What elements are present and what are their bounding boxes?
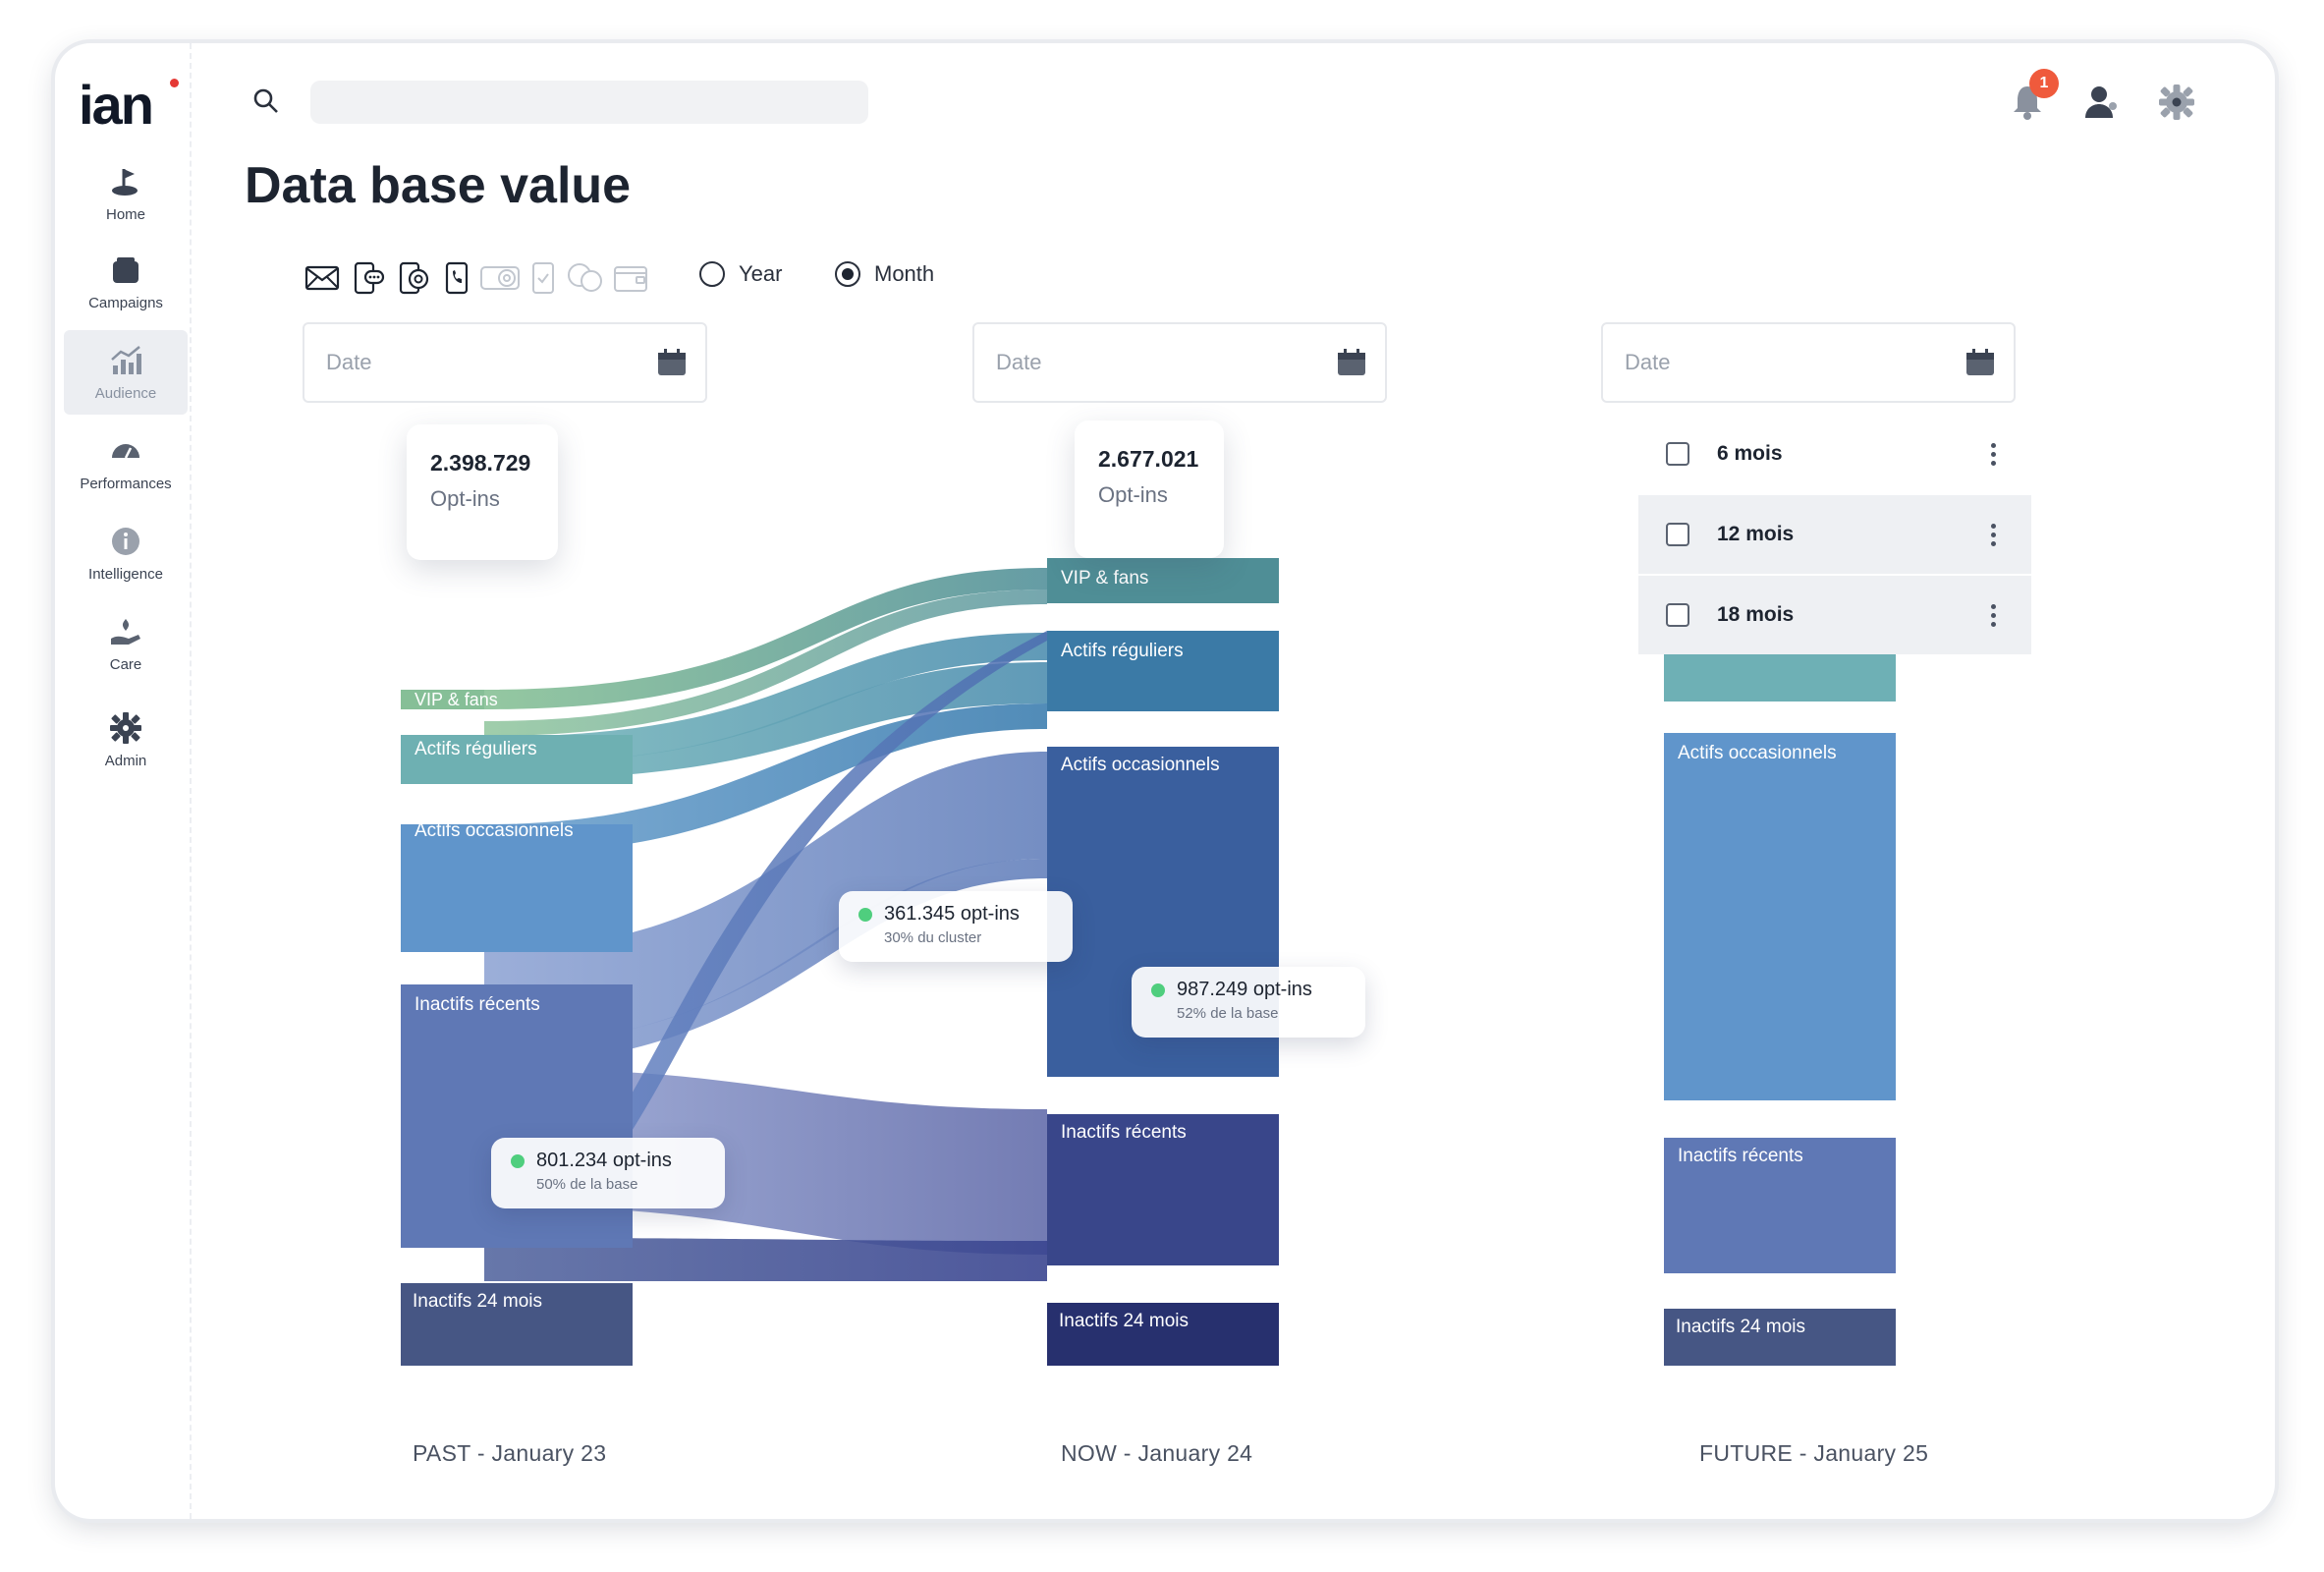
more-vertical-icon[interactable] — [1991, 523, 1996, 546]
more-vertical-icon[interactable] — [1991, 603, 1996, 627]
label-past-inactifs-24: Inactifs 24 mois — [413, 1291, 542, 1312]
label-past-vip: VIP & fans — [415, 690, 498, 709]
label-past-occasionnels: Actifs occasionnels — [415, 820, 574, 841]
status-dot — [858, 907, 872, 922]
future-option-12-mois[interactable]: 12 mois — [1638, 495, 2031, 574]
label-future-inactifs-24: Inactifs 24 mois — [1676, 1317, 1805, 1337]
label-now-inactifs-24: Inactifs 24 mois — [1059, 1311, 1189, 1331]
column-label-past: PAST - January 23 — [413, 1440, 607, 1466]
checkbox[interactable] — [1666, 442, 1689, 466]
status-dot — [511, 1153, 525, 1168]
label-now-vip: VIP & fans — [1061, 568, 1148, 589]
column-label-future: FUTURE - January 25 — [1699, 1440, 1929, 1466]
column-label-now: NOW - January 24 — [1061, 1440, 1253, 1466]
tooltip-value: 2.677.021 — [1098, 446, 1199, 472]
stat-value: 987.249 opt-ins — [1177, 979, 1312, 1000]
label-future-inactifs-recents: Inactifs récents — [1678, 1146, 1803, 1166]
stat-sub: 50% de la base — [536, 1176, 638, 1193]
stat-bubble-now: 987.249 opt-ins 52% de la base — [1132, 967, 1365, 1038]
label-now-occasionnels: Actifs occasionnels — [1061, 755, 1220, 775]
status-dot — [1151, 982, 1165, 997]
more-vertical-icon[interactable] — [1991, 442, 1996, 466]
tooltip-label: Opt-ins — [1098, 482, 1168, 507]
option-label: 6 mois — [1717, 442, 1783, 465]
node-future-occasionnels[interactable] — [1664, 733, 1896, 1100]
stat-sub: 52% de la base — [1177, 1005, 1279, 1022]
label-past-reguliers: Actifs réguliers — [415, 739, 537, 759]
tooltip-value: 2.398.729 — [430, 450, 531, 476]
future-option-18-mois[interactable]: 18 mois — [1638, 576, 2031, 654]
stat-value: 801.234 opt-ins — [536, 1150, 672, 1171]
app-window: ian Home Campaigns Audience Performances… — [55, 43, 2275, 1519]
tooltip-now-total: 2.677.021 Opt-ins — [1075, 421, 1224, 558]
stat-bubble-cluster: 361.345 opt-ins 30% du cluster — [839, 891, 1073, 962]
label-past-inactifs-recents: Inactifs récents — [415, 994, 540, 1015]
label-future-occasionnels: Actifs occasionnels — [1678, 743, 1837, 763]
stat-value: 361.345 opt-ins — [884, 903, 1020, 925]
option-label: 18 mois — [1717, 603, 1795, 626]
option-label: 12 mois — [1717, 523, 1795, 545]
stat-bubble-past: 801.234 opt-ins 50% de la base — [491, 1138, 725, 1208]
stat-sub: 30% du cluster — [884, 929, 982, 946]
checkbox[interactable] — [1666, 523, 1689, 546]
label-now-reguliers: Actifs réguliers — [1061, 641, 1184, 661]
future-option-6-mois[interactable]: 6 mois — [1638, 415, 2031, 493]
checkbox[interactable] — [1666, 603, 1689, 627]
sankey-chart: VIP & fans Actifs réguliers Actifs occas… — [401, 558, 1896, 1366]
node-past-occasionnels[interactable] — [401, 824, 633, 952]
label-now-inactifs-recents: Inactifs récents — [1061, 1122, 1187, 1143]
tooltip-label: Opt-ins — [430, 486, 500, 511]
tooltip-past-total: 2.398.729 Opt-ins — [407, 424, 558, 560]
